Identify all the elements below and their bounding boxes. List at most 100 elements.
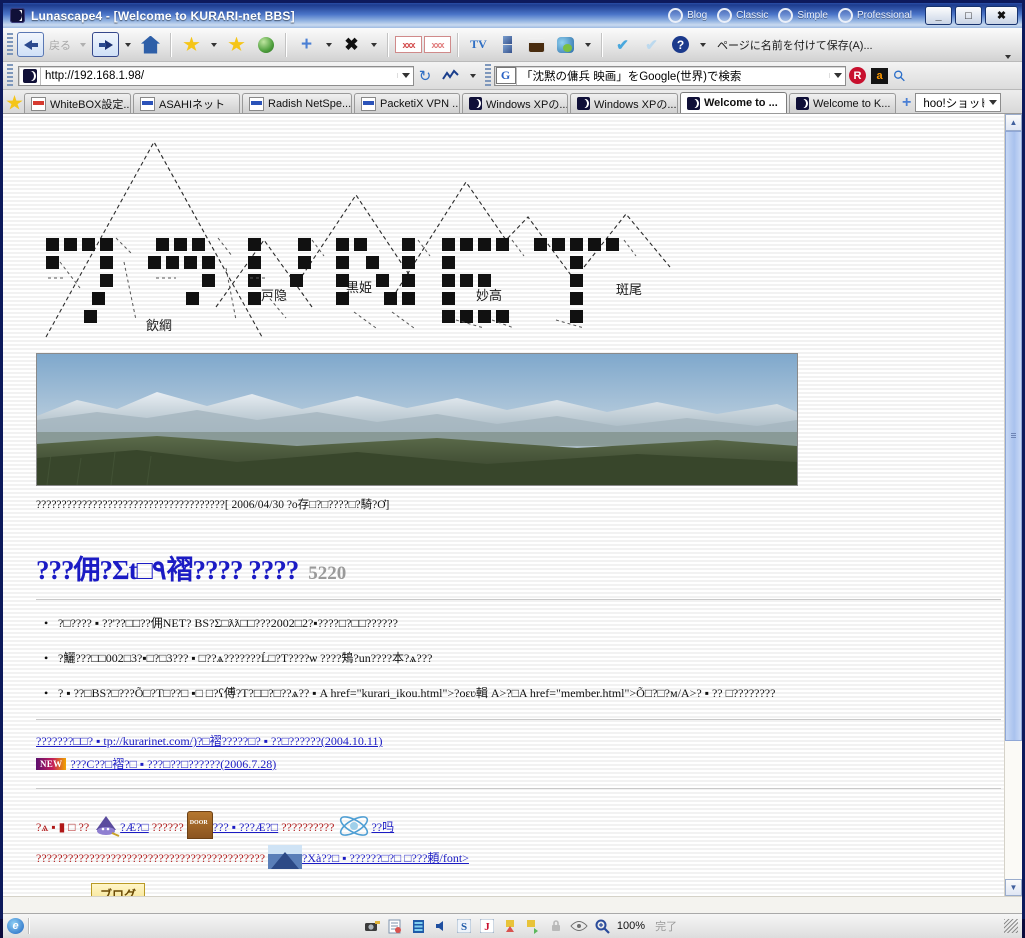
archive-link[interactable]: ???????□□? ▪ tp://kurarinet.com/)?□褶????… bbox=[36, 734, 382, 748]
help-button[interactable]: ? bbox=[667, 31, 694, 58]
skin-option-classic[interactable]: Classic bbox=[717, 8, 768, 23]
minimize-button[interactable]: _ bbox=[925, 6, 952, 25]
speaker-icon[interactable] bbox=[432, 918, 451, 935]
chart-button[interactable] bbox=[437, 62, 464, 89]
tab-asahi[interactable]: ASAHIネット bbox=[133, 93, 240, 113]
chevron-down-icon[interactable] bbox=[585, 42, 591, 47]
chevron-down-icon[interactable] bbox=[125, 42, 131, 47]
favorites-button[interactable] bbox=[178, 31, 205, 58]
lock-icon[interactable] bbox=[547, 918, 566, 935]
address-grip[interactable] bbox=[7, 63, 13, 88]
tab-whitebox[interactable]: WhiteBOX設定... bbox=[24, 93, 131, 113]
tab-packetix[interactable]: PacketiX VPN ... bbox=[354, 93, 460, 113]
tab-windows-xp-1[interactable]: Windows XPの... bbox=[462, 93, 568, 113]
scroll-track[interactable] bbox=[1005, 131, 1022, 879]
search-input[interactable]: G 「沈黙の傭兵 映画」をGoogle(世界)で検索 bbox=[494, 65, 846, 86]
close-tab-button[interactable]: ✖ bbox=[338, 31, 365, 58]
search-icon[interactable]: ⚲ bbox=[889, 65, 910, 86]
reload-button[interactable]: ↻ bbox=[414, 67, 436, 85]
print-button[interactable] bbox=[523, 31, 550, 58]
divider bbox=[36, 599, 1001, 600]
toolbar-overflow-icon[interactable] bbox=[1005, 55, 1011, 59]
search-dropdown-button[interactable] bbox=[829, 73, 845, 78]
skin-selector[interactable]: Blog Classic Simple Professional _ □ ✖ bbox=[668, 6, 1022, 25]
vertical-scrollbar[interactable]: ▲ ▼ bbox=[1004, 114, 1022, 896]
rakuten-icon[interactable]: R bbox=[849, 67, 866, 84]
tab-welcome-active[interactable]: Welcome to ... bbox=[680, 92, 787, 113]
link-row-2[interactable]: NEW ???C??□褶?□ ▪ ???□??□??????(2006.7.28) bbox=[36, 755, 1004, 772]
page-headline: ???佣?Σt□٩褶???? ???? 5220 bbox=[36, 548, 1004, 587]
radio-icon bbox=[837, 8, 853, 23]
zoom-icon[interactable] bbox=[593, 918, 612, 935]
new-tab-icon[interactable]: + bbox=[902, 94, 911, 112]
window-title: Lunascape4 - [Welcome to KURARI-net BBS] bbox=[31, 8, 295, 23]
resize-button[interactable] bbox=[494, 31, 521, 58]
download-icon[interactable] bbox=[501, 918, 520, 935]
footer-link-1[interactable]: ?Æ?□ bbox=[120, 820, 149, 834]
scroll-thumb[interactable] bbox=[1005, 131, 1022, 741]
check-button-2[interactable]: ✔ bbox=[638, 31, 665, 58]
maximize-button[interactable]: □ bbox=[955, 6, 982, 25]
camera-icon[interactable] bbox=[363, 918, 382, 935]
home-button[interactable] bbox=[137, 31, 164, 58]
link-row-1[interactable]: ???????□□? ▪ tp://kurarinet.com/)?□褶????… bbox=[36, 732, 1004, 749]
check-button-1[interactable]: ✔ bbox=[609, 31, 636, 58]
back-button[interactable] bbox=[17, 31, 44, 58]
tab-search-dropdown[interactable] bbox=[984, 100, 1000, 105]
title-bar: Lunascape4 - [Welcome to KURARI-net BBS]… bbox=[3, 3, 1022, 28]
horizontal-scrollbar[interactable] bbox=[3, 896, 1022, 913]
chevron-down-icon[interactable] bbox=[80, 42, 86, 47]
scroll-down-button[interactable]: ▼ bbox=[1005, 879, 1022, 896]
footer-line2: ????????????????????????????????????????… bbox=[36, 851, 266, 865]
skin-option-professional[interactable]: Professional bbox=[837, 8, 912, 23]
forward-button[interactable] bbox=[92, 31, 119, 58]
web-button[interactable] bbox=[252, 31, 279, 58]
j-icon[interactable]: J bbox=[478, 918, 497, 935]
zoom-level[interactable]: 100% bbox=[617, 920, 645, 932]
amazon-icon[interactable]: a bbox=[871, 67, 888, 84]
chevron-down-icon[interactable] bbox=[371, 42, 377, 47]
rss-button-1[interactable]: xxx bbox=[395, 31, 422, 58]
chevron-down-icon[interactable] bbox=[470, 73, 476, 78]
chevron-down-icon[interactable] bbox=[326, 42, 332, 47]
bookmark-star-icon[interactable] bbox=[5, 95, 24, 113]
page-icon[interactable] bbox=[386, 918, 405, 935]
tab-welcome-k[interactable]: Welcome to K... bbox=[789, 93, 896, 113]
scroll-up-button[interactable]: ▲ bbox=[1005, 114, 1022, 131]
upload-icon[interactable] bbox=[524, 918, 543, 935]
film-icon[interactable] bbox=[409, 918, 428, 935]
eye-icon[interactable] bbox=[570, 918, 589, 935]
news-list: ?□???? ▪ ??'??□□??佣NET? BS?Σ□ƛƛ□□???2002… bbox=[36, 614, 1004, 702]
footer-link-3[interactable]: ??吗 bbox=[371, 820, 394, 834]
save-page-menu[interactable]: ページに名前を付けて保存(A)... bbox=[717, 37, 873, 53]
chevron-down-icon[interactable] bbox=[700, 42, 706, 47]
rss-button-2[interactable]: xxx bbox=[424, 31, 451, 58]
svg-text:J: J bbox=[485, 921, 491, 933]
footer-link-4[interactable]: ?Xà??□ ▪ ??????□?□ □???頼/font> bbox=[302, 851, 469, 865]
atom-icon bbox=[337, 813, 371, 839]
footer-link-2[interactable]: ??? ▪ ???Æ?□ bbox=[213, 820, 278, 834]
news-link[interactable]: ???C??□褶?□ ▪ ???□??□??????(2006.7.28) bbox=[70, 757, 276, 771]
plugin-button[interactable] bbox=[552, 31, 579, 58]
toolbar-grip[interactable] bbox=[7, 32, 13, 57]
resize-grip[interactable] bbox=[1003, 919, 1018, 933]
blog-button[interactable]: ブログ bbox=[91, 883, 146, 896]
address-dropdown-button[interactable] bbox=[397, 73, 413, 78]
search-grip[interactable] bbox=[485, 63, 491, 88]
toolbar-divider bbox=[170, 32, 172, 57]
tab-search-input[interactable]: hoo!ショッピング bbox=[915, 93, 1002, 112]
tab-radish[interactable]: Radish NetSpe... bbox=[242, 93, 352, 113]
divider bbox=[36, 719, 1001, 720]
close-button[interactable]: ✖ bbox=[985, 6, 1018, 25]
skin-option-blog[interactable]: Blog bbox=[668, 8, 707, 23]
mountain-landscape-photo bbox=[37, 354, 797, 485]
chevron-down-icon[interactable] bbox=[211, 42, 217, 47]
add-favorite-button[interactable] bbox=[223, 31, 250, 58]
tv-button[interactable]: TV bbox=[465, 31, 492, 58]
tv-icon: TV bbox=[470, 37, 487, 51]
new-tab-button[interactable]: + bbox=[293, 31, 320, 58]
tab-windows-xp-2[interactable]: Windows XPの... bbox=[570, 93, 678, 113]
address-input[interactable]: http://192.168.1.98/ bbox=[18, 65, 414, 86]
skin-option-simple[interactable]: Simple bbox=[778, 8, 828, 23]
s-icon[interactable]: S bbox=[455, 918, 474, 935]
